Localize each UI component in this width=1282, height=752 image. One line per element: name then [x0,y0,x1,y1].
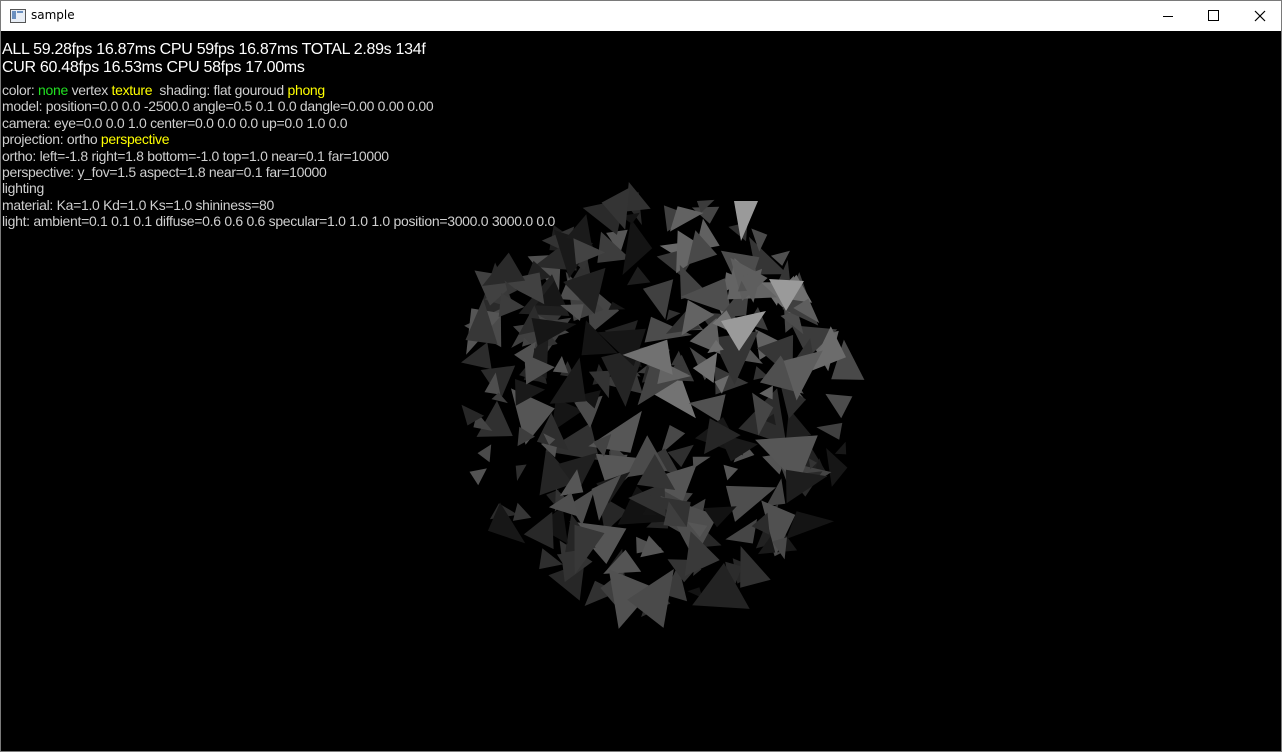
color-option-vertex: vertex [71,82,109,98]
hud-overlay: ALL 59.28fps 16.87ms CPU 59fps 16.87ms T… [2,41,555,230]
material-line: material: Ka=1.0 Kd=1.0 Ks=1.0 shininess… [2,196,274,213]
stats-all: ALL 59.28fps 16.87ms CPU 59fps 16.87ms T… [2,41,426,58]
projection-line: projection: ortho perspective [2,131,555,147]
projection-label: projection: [2,131,64,148]
color-label: color: [2,82,35,98]
title-bar[interactable]: sample [1,1,1281,31]
close-icon[interactable] [1237,1,1281,31]
shading-option-gouroud: gouroud [234,82,285,98]
maximize-icon[interactable] [1191,1,1237,31]
lighting-line: lighting [2,180,44,197]
color-shading-line: color: none vertex texture shading: flat… [2,82,555,98]
app-window: sample ALL 59.28fps 16.87ms CPU 59fps 16… [0,0,1282,752]
color-option-none: none [38,82,68,98]
ortho-line: ortho: left=-1.8 right=1.8 bottom=-1.0 t… [2,147,389,164]
projection-option-ortho: ortho [66,131,98,148]
shading-option-flat: flat [213,82,232,98]
perspective-line: perspective: y_fov=1.5 aspect=1.8 near=0… [2,164,327,181]
window-title: sample [31,8,75,22]
minimize-icon[interactable] [1145,1,1191,31]
model-line: model: position=0.0 0.0 -2500.0 angle=0.… [2,98,434,115]
app-window-icon [10,9,26,23]
stats-cur: CUR 60.48fps 16.53ms CPU 58fps 17.00ms [2,59,305,76]
color-option-texture: texture [111,82,153,98]
shading-option-phong: phong [287,82,325,98]
render-viewport[interactable]: ALL 59.28fps 16.87ms CPU 59fps 16.87ms T… [1,31,1281,751]
camera-line: camera: eye=0.0 0.0 1.0 center=0.0 0.0 0… [2,114,348,131]
projection-option-perspective: perspective [100,131,170,148]
shading-label: shading: [159,82,210,98]
light-line: light: ambient=0.1 0.1 0.1 diffuse=0.6 0… [2,213,555,230]
